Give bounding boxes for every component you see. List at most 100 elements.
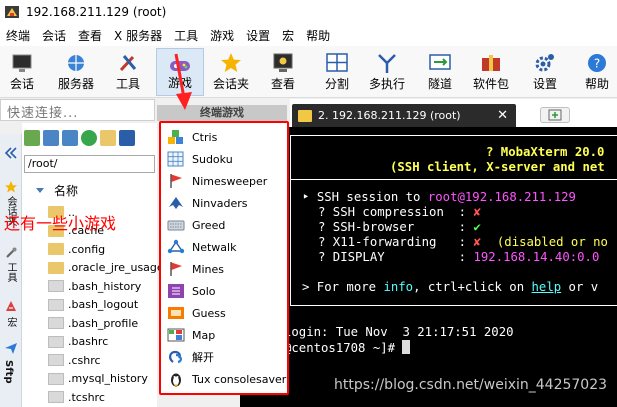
terminal-tab-active[interactable]: 2. 192.168.211.129 (root) ✕ — [292, 104, 516, 127]
toolbar-sessions-button[interactable]: 会话夹 — [209, 48, 253, 96]
banner-left-line — [290, 135, 291, 179]
toolbar-servers-label: 服务器 — [57, 77, 94, 91]
toolbar-tunnel-label: 隧道 — [427, 77, 452, 91]
games-menu-item[interactable]: Solo — [167, 280, 216, 302]
banner-top-line — [290, 135, 617, 136]
title-bar: 192.168.211.129 (root) — [0, 0, 617, 24]
file-row[interactable]: .bash_history — [22, 277, 157, 296]
info-link[interactable]: info — [383, 280, 413, 294]
menu-item-6[interactable]: 设置 — [240, 27, 276, 44]
menu-item-1[interactable]: 会话 — [36, 27, 72, 44]
toolbar-tools-button[interactable]: 工具 — [106, 48, 150, 96]
more-info-line: > For more info, ctrl+click on help or v — [302, 280, 598, 295]
terminal-screen[interactable]: ? MobaXterm 20.0 (SSH client, X-server a… — [240, 127, 617, 407]
menu-item-0[interactable]: 终端 — [0, 27, 36, 44]
file-row[interactable]: .oracle_jre_usage — [22, 259, 164, 278]
games-menu-item-label: Nimesweeper — [192, 174, 268, 188]
folder-up-icon[interactable] — [24, 130, 40, 146]
ctris-icon — [167, 129, 185, 145]
file-name: .bash_history — [68, 279, 142, 293]
terminal-cursor — [402, 340, 411, 354]
ssh-status-row: ? SSH compression : ✘ — [318, 205, 481, 220]
file-name: .bash_logout — [68, 298, 139, 312]
file-column-header[interactable]: 名称 — [22, 179, 157, 201]
download-icon[interactable] — [43, 130, 59, 146]
file-row[interactable]: .tcshrc — [22, 388, 157, 407]
toolbar-view-button[interactable]: 查看 — [261, 48, 305, 96]
toolbar-split-button[interactable]: 分割 — [315, 48, 359, 96]
view-icon — [271, 52, 295, 74]
toolbar-servers-button[interactable]: 服务器 — [54, 48, 98, 96]
help-link[interactable]: help — [532, 280, 562, 294]
folder-icon — [48, 261, 64, 274]
quick-connect-input[interactable]: 快速连接... — [0, 99, 155, 121]
games-menu-item[interactable]: 解开 — [167, 346, 214, 368]
menu-bar: 终端 会话 查看 X 服务器 工具 游戏 设置宏帮助 — [0, 24, 617, 46]
games-menu-item[interactable]: Sudoku — [167, 148, 233, 170]
file-toolbar — [24, 130, 135, 150]
session-icon — [10, 52, 34, 74]
file-row[interactable]: .cshrc — [22, 351, 157, 370]
window-title: 192.168.211.129 (root) — [26, 5, 167, 19]
games-menu-item[interactable]: Greed — [167, 214, 225, 236]
guess-icon — [167, 305, 185, 321]
file-row[interactable]: .bash_logout — [22, 296, 157, 315]
games-menu-item[interactable]: Tux consolesaver — [167, 368, 286, 390]
banner-bottom-line — [290, 179, 617, 180]
games-menu-item-label: Ctris — [192, 130, 218, 144]
menu-item-2[interactable]: 查看 — [72, 27, 108, 44]
new-tab-button[interactable] — [540, 107, 570, 123]
ssh-status-value: ✘ — [473, 205, 481, 219]
games-menu-item[interactable]: Ctris — [167, 126, 217, 148]
toolbar-tunnel-button[interactable]: 隧道 — [418, 48, 462, 96]
file-row[interactable]: .config — [22, 240, 157, 259]
toolbar-multiexec-button[interactable]: 多执行 — [365, 48, 409, 96]
banner-title: ? MobaXterm 20.0 — [486, 145, 605, 159]
split-icon — [325, 52, 349, 74]
ssh-session-line: ‣ SSH session to root@192.168.211.129 — [302, 190, 576, 204]
mine-flag-icon — [167, 261, 185, 277]
new-folder-icon[interactable] — [100, 130, 116, 146]
menu-item-7[interactable]: 宏 — [276, 27, 300, 44]
games-menu-item[interactable]: Guess — [167, 302, 226, 324]
upload-icon[interactable] — [62, 130, 78, 146]
file-icon — [48, 280, 64, 293]
games-menu-item[interactable]: Mines — [167, 258, 224, 280]
menu-item-3[interactable]: X 服务器 — [108, 27, 168, 44]
column-name-label: 名称 — [54, 183, 79, 198]
file-row[interactable]: .bash_profile — [22, 314, 157, 333]
vtab-tools[interactable]: 工具 — [3, 262, 18, 282]
tab-close-icon[interactable]: ✕ — [497, 108, 508, 123]
menu-item-4[interactable]: 工具 — [168, 27, 204, 44]
games-menu-item-label: Map — [192, 328, 216, 342]
file-name: .bash_profile — [68, 316, 139, 330]
vtab-sftp[interactable]: Sftp — [3, 360, 14, 384]
more-info-tail: or v — [561, 280, 599, 294]
toolbar-packages-button[interactable]: 软件包 — [469, 48, 513, 96]
ssh-status-row: ? X11-forwarding : ✘ (disabled or no — [318, 235, 608, 250]
vtab-macros[interactable]: 宏 — [3, 317, 18, 327]
path-input[interactable]: /root/ — [24, 155, 155, 173]
toolbar-session-button[interactable]: 会话 — [0, 48, 44, 96]
file-row[interactable]: .bashrc — [22, 333, 157, 352]
toolbar-settings-button[interactable]: 设置 — [523, 48, 567, 96]
menu-item-8[interactable]: 帮助 — [300, 27, 336, 44]
collapse-panel-icon[interactable] — [4, 146, 18, 160]
games-menu-item-label: Solo — [192, 284, 216, 298]
toolbar-sessions-label: 会话夹 — [212, 77, 249, 91]
games-menu-item-label: Ninvaders — [192, 196, 248, 210]
menu-item-5[interactable]: 游戏 — [204, 27, 240, 44]
games-menu-item[interactable]: Nimesweeper — [167, 170, 267, 192]
games-dropdown-menu: Ctris Sudoku Nimesweeper Ninvaders Greed Netw… — [159, 121, 289, 395]
file-row[interactable]: .mysql_history — [22, 370, 157, 389]
games-menu-item[interactable]: Ninvaders — [167, 192, 248, 214]
games-menu-item[interactable]: Netwalk — [167, 236, 236, 258]
toolbar-tools-label: 工具 — [115, 77, 140, 91]
info-left-line — [290, 179, 291, 305]
refresh-icon[interactable] — [81, 130, 97, 146]
games-menu-item[interactable]: Map — [167, 324, 215, 346]
toolbar-help-button[interactable]: ? 帮助 — [575, 48, 617, 96]
tunnel-icon — [428, 52, 452, 74]
panel-options-icon[interactable] — [119, 130, 135, 146]
last-login-line: login: Tue Nov 3 21:17:51 2020 — [284, 325, 514, 339]
